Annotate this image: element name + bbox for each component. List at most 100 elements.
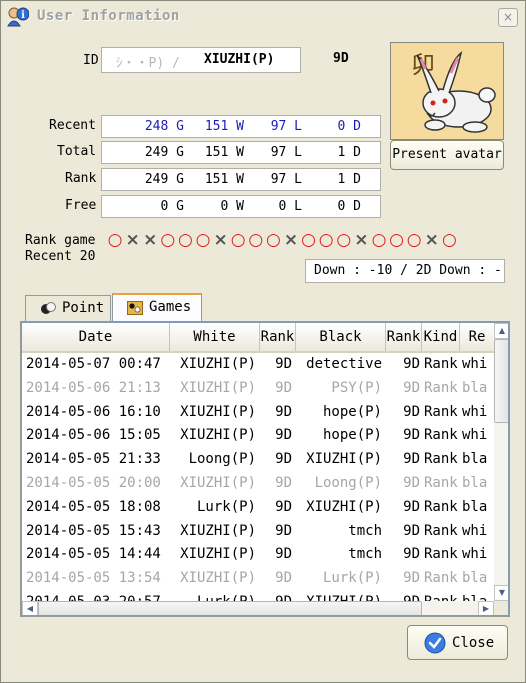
white-rank-cell: 9D [275, 451, 292, 468]
kind-cell: Rank [424, 498, 458, 515]
column-header-date[interactable]: Date [22, 323, 170, 351]
win-mark: ○ [160, 230, 176, 250]
table-row[interactable]: 2014-05-07 00:47 XIUZHI(P) 9D detective 9D Ra… [22, 353, 494, 377]
win-mark: ○ [389, 230, 405, 250]
column-header-result[interactable]: Re [460, 323, 494, 351]
win-mark: ○ [248, 230, 264, 250]
scroll-corner [494, 601, 508, 615]
vertical-scrollbar[interactable]: ▲ ▼ [494, 323, 508, 601]
result-cell: whi [462, 403, 488, 420]
tab-games[interactable]: Games [112, 293, 202, 322]
vertical-scroll-thumb[interactable] [494, 339, 508, 423]
free-draws: 0 D [337, 199, 361, 214]
kind-cell: Rank [424, 379, 458, 396]
date-cell: 2014-05-05 20:00 [26, 475, 161, 491]
scroll-right-button[interactable]: ▶ [478, 601, 494, 615]
black-rank-cell: 9D [403, 546, 420, 563]
id-label: ID [83, 53, 99, 68]
win-mark: ○ [177, 230, 193, 250]
result-cell: whi [462, 546, 488, 563]
white-rank-cell: 9D [275, 522, 292, 539]
loss-mark: × [354, 230, 369, 250]
win-mark: ○ [230, 230, 246, 250]
present-avatar-button[interactable]: Present avatar [390, 140, 504, 170]
recent-stats-field: 248 G 151 W 97 L 0 D [101, 115, 381, 138]
date-cell: 2014-05-07 00:47 [26, 356, 161, 372]
scroll-up-button[interactable]: ▲ [494, 323, 508, 339]
column-header-kind[interactable]: Kind [422, 323, 460, 351]
white-player-cell: Loong(P) [188, 451, 256, 468]
column-header-black-rank[interactable]: Rank [386, 323, 422, 351]
white-rank-cell: 9D [275, 403, 292, 420]
scroll-down-button[interactable]: ▼ [494, 585, 508, 601]
recent-games: 248 G [144, 119, 184, 134]
check-icon [424, 632, 446, 654]
horizontal-scroll-thumb[interactable] [38, 601, 422, 615]
table-row[interactable]: 2014-05-05 15:43 XIUZHI(P) 9D tmch 9D Rank whi [22, 520, 494, 544]
loss-mark: × [143, 230, 158, 250]
scroll-left-button[interactable]: ◀ [22, 601, 38, 615]
black-rank-cell: 9D [403, 379, 420, 396]
title-close-button[interactable]: × [498, 8, 518, 27]
table-row[interactable]: 2014-05-05 13:54 XIUZHI(P) 9D Lurk(P) 9D Rank… [22, 567, 494, 591]
rank-draws: 1 D [337, 172, 361, 187]
white-player-cell: XIUZHI(P) [180, 475, 256, 491]
id-field: ｼ・・P) / XIUZHI(P) [101, 47, 301, 73]
white-rank-cell: 9D [275, 356, 292, 372]
tab-point-label: Point [62, 300, 105, 316]
kind-cell: Rank [424, 356, 458, 372]
kind-cell: Rank [424, 522, 458, 539]
column-header-white[interactable]: White [170, 323, 260, 351]
white-player-cell: XIUZHI(P) [180, 427, 256, 444]
result-cell: bla [462, 570, 488, 587]
rank-stats-field: 249 G 151 W 97 L 1 D [101, 168, 381, 191]
tab-point[interactable]: Point [25, 295, 111, 321]
table-row[interactable]: 2014-05-05 14:44 XIUZHI(P) 9D tmch 9D Rank whi [22, 543, 494, 567]
user-information-window: i User Information × ID ｼ・・P) / XIUZHI(P… [0, 0, 526, 683]
black-rank-cell: 9D [403, 475, 420, 491]
total-games: 249 G [144, 145, 184, 160]
win-mark: ○ [265, 230, 281, 250]
total-wins: 151 W [204, 145, 244, 160]
kind-cell: Rank [424, 427, 458, 444]
table-row[interactable]: 2014-05-05 20:00 XIUZHI(P) 9D Loong(P) 9D Ran… [22, 472, 494, 496]
title-bar[interactable]: i User Information × [1, 1, 525, 33]
table-row[interactable]: 2014-05-05 18:08 Lurk(P) 9D XIUZHI(P) 9D Rank… [22, 496, 494, 520]
result-cell: bla [462, 475, 488, 491]
black-player-cell: PSY(P) [331, 379, 382, 396]
rabbit-avatar-icon: 卯 [390, 42, 504, 140]
close-button[interactable]: Close [407, 625, 508, 660]
horizontal-scrollbar[interactable]: ◀ ▶ [22, 601, 494, 615]
result-cell: whi [462, 427, 488, 444]
column-header-black[interactable]: Black [296, 323, 386, 351]
black-rank-cell: 9D [403, 522, 420, 539]
recent-20-label: Recent 20 [25, 249, 96, 264]
white-player-cell: XIUZHI(P) [180, 522, 256, 539]
games-table[interactable]: Date White Rank Black Rank Kind Re 2014-… [21, 322, 509, 616]
black-rank-cell: 9D [403, 451, 420, 468]
close-button-label: Close [452, 635, 495, 651]
kind-cell: Rank [424, 546, 458, 563]
black-player-cell: XIUZHI(P) [306, 498, 382, 515]
loss-mark: × [424, 230, 439, 250]
black-rank-cell: 9D [403, 427, 420, 444]
kind-cell: Rank [424, 475, 458, 491]
free-wins: 0 W [220, 199, 244, 214]
black-rank-cell: 9D [403, 356, 420, 372]
table-row[interactable]: 2014-05-06 15:05 XIUZHI(P) 9D hope(P) 9D Rank… [22, 424, 494, 448]
result-cell: bla [462, 498, 488, 515]
table-row[interactable]: 2014-05-06 21:13 XIUZHI(P) 9D PSY(P) 9D Rank b… [22, 377, 494, 401]
user-info-icon: i [7, 7, 29, 27]
table-row[interactable]: 2014-05-05 21:33 Loong(P) 9D XIUZHI(P) 9D Ran… [22, 448, 494, 472]
white-player-cell: XIUZHI(P) [180, 379, 256, 396]
white-player-cell: XIUZHI(P) [180, 570, 256, 587]
recent-label: Recent [49, 118, 96, 133]
black-rank-cell: 9D [403, 403, 420, 420]
rank-down-field: Down : -10 / 2D Down : - [305, 259, 505, 283]
total-losses: 97 L [270, 145, 302, 160]
rank-label: Rank [65, 171, 97, 186]
column-header-white-rank[interactable]: Rank [260, 323, 296, 351]
black-player-cell: tmch [348, 522, 382, 539]
date-cell: 2014-05-05 15:43 [26, 522, 161, 539]
table-row[interactable]: 2014-05-06 16:10 XIUZHI(P) 9D hope(P) 9D Rank… [22, 401, 494, 425]
